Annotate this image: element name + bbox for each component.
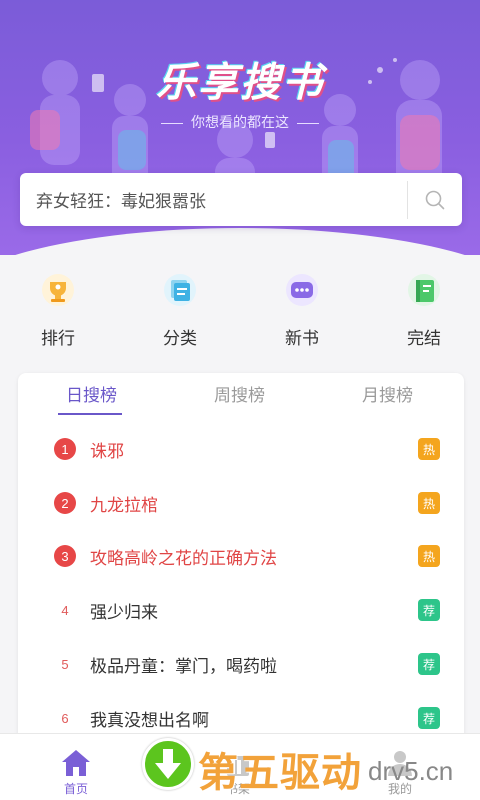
recommend-badge: 荐 xyxy=(418,599,440,621)
search-button[interactable] xyxy=(408,173,462,226)
category-new-books[interactable]: 新书 xyxy=(262,268,342,349)
recommend-badge: 荐 xyxy=(418,707,440,729)
hot-badge: 热 xyxy=(418,438,440,460)
category-label: 排行 xyxy=(41,329,75,349)
app-slogan: 你想看的都在这 xyxy=(0,112,480,132)
ranking-row[interactable]: 3 攻略高岭之花的正确方法 热 xyxy=(18,536,464,576)
tab-monthly[interactable]: 月搜榜 xyxy=(362,381,413,406)
slogan-text: 你想看的都在这 xyxy=(191,115,289,131)
active-tab-indicator xyxy=(58,413,122,415)
search-icon xyxy=(425,190,445,209)
new-book-icon xyxy=(286,274,318,306)
tab-weekly[interactable]: 周搜榜 xyxy=(214,381,265,406)
category-icon xyxy=(164,274,196,306)
nav-label: 首页 xyxy=(63,782,88,796)
rank-number: 1 xyxy=(54,438,76,460)
watermark: 第五驱动 drv5.cn xyxy=(140,736,480,796)
home-icon xyxy=(62,750,90,776)
book-title: 极品丹童：掌门，喝药啦 xyxy=(90,656,277,677)
book-title: 我真没想出名啊 xyxy=(90,710,209,731)
ranking-row[interactable]: 6 我真没想出名啊 荐 xyxy=(18,698,464,738)
rank-number: 6 xyxy=(61,710,69,726)
search-ranking-panel: 日搜榜 周搜榜 月搜榜 1 诛邪 热 2 九龙拉棺 热 3 攻略高岭之花的正确方… xyxy=(18,373,464,743)
rank-number: 3 xyxy=(54,545,76,567)
category-label: 完结 xyxy=(407,329,441,349)
finished-book-icon xyxy=(408,274,440,306)
ranking-row[interactable]: 4 强少归来 荐 xyxy=(18,590,464,630)
trophy-icon xyxy=(42,274,74,306)
recommend-badge: 荐 xyxy=(418,653,440,675)
book-title: 九龙拉棺 xyxy=(90,495,158,516)
ranking-row[interactable]: 5 极品丹童：掌门，喝药啦 荐 xyxy=(18,644,464,684)
category-finished[interactable]: 完结 xyxy=(384,268,464,349)
search-bar[interactable]: 弃女轻狂：毒妃狠嚣张 xyxy=(20,173,462,226)
download-arrow-icon xyxy=(142,738,194,790)
watermark-domain: drv5.cn xyxy=(368,756,454,786)
search-input[interactable]: 弃女轻狂：毒妃狠嚣张 xyxy=(20,187,407,212)
rank-number: 5 xyxy=(61,656,69,672)
nav-home[interactable]: 首页 xyxy=(36,734,116,797)
category-label: 新书 xyxy=(285,329,319,349)
rank-number: 2 xyxy=(54,492,76,514)
watermark-text: 第五驱动 xyxy=(198,750,362,796)
category-classify[interactable]: 分类 xyxy=(140,268,220,349)
rank-number: 4 xyxy=(61,602,69,618)
tab-daily[interactable]: 日搜榜 xyxy=(66,381,117,406)
ranking-tabs: 日搜榜 周搜榜 月搜榜 xyxy=(18,373,464,421)
book-title: 诛邪 xyxy=(90,441,124,462)
book-title: 攻略高岭之花的正确方法 xyxy=(90,548,277,569)
book-title: 强少归来 xyxy=(90,602,158,623)
category-ranking[interactable]: 排行 xyxy=(18,268,98,349)
ranking-row[interactable]: 1 诛邪 热 xyxy=(18,429,464,469)
hot-badge: 热 xyxy=(418,545,440,567)
category-label: 分类 xyxy=(163,329,197,349)
hot-badge: 热 xyxy=(418,492,440,514)
ranking-row[interactable]: 2 九龙拉棺 热 xyxy=(18,483,464,523)
app-logo: 乐享搜书 xyxy=(156,59,324,106)
category-shortcuts: 排行 分类 新书 完结 xyxy=(0,268,480,349)
